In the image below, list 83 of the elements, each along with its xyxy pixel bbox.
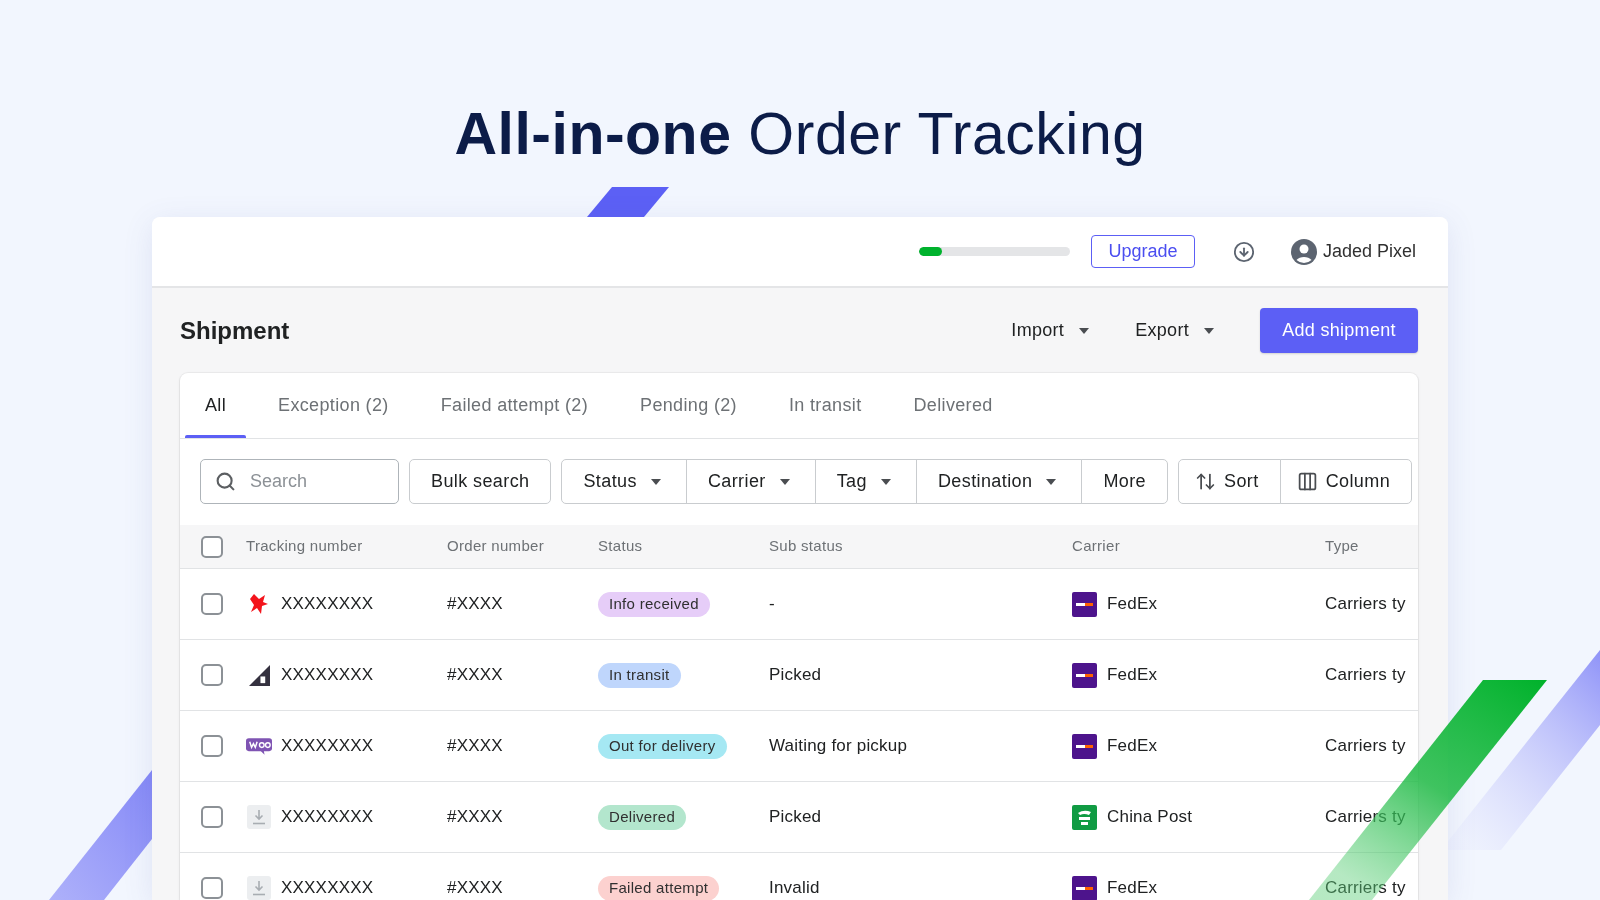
sub-status-text: Picked — [769, 806, 822, 829]
tracking-number[interactable]: XXXXXXXX — [281, 591, 374, 617]
caret-icon — [1204, 327, 1214, 334]
columns-icon — [1296, 471, 1318, 492]
page-title: Shipment — [180, 315, 290, 346]
status-badge: In transit — [598, 662, 681, 688]
tab[interactable]: In transit — [768, 373, 882, 438]
carrier-name: FedEx — [1107, 593, 1158, 616]
triangle-logo-icon — [248, 664, 270, 686]
sub-status-text: Picked — [769, 664, 822, 687]
carrier-logo-icon — [1072, 662, 1097, 688]
tracking-number[interactable]: XXXXXXXX — [281, 662, 374, 688]
toolbar-button[interactable]: Sort — [1178, 459, 1281, 504]
caret-icon — [880, 478, 891, 485]
column-header: Order number — [447, 536, 544, 557]
menu-button[interactable]: Import — [999, 308, 1102, 353]
add-shipment-button[interactable]: Add shipment — [1260, 308, 1418, 353]
carrier-name: FedEx — [1107, 664, 1158, 687]
speech-bubble-logo-icon — [246, 737, 272, 755]
tracking-number[interactable]: XXXXXXXX — [281, 804, 374, 830]
sub-status-text: Waiting for pickup — [769, 735, 908, 758]
column-header: Status — [598, 536, 643, 557]
status-badge: Info received — [598, 591, 710, 617]
checkbox[interactable] — [201, 593, 223, 615]
user-name[interactable]: Jaded Pixel — [1322, 238, 1416, 265]
order-number: #XXXX — [447, 735, 503, 758]
search-field[interactable]: Search — [200, 459, 399, 504]
tracking-number[interactable]: XXXXXXXX — [281, 733, 374, 759]
splash-logo-icon — [250, 594, 268, 614]
status-badge: Out for delivery — [598, 733, 727, 759]
carrier-logo-icon — [1072, 591, 1097, 617]
column-header: Sub status — [769, 536, 843, 557]
checkbox[interactable] — [201, 735, 223, 757]
upgrade-button[interactable]: Upgrade — [1090, 235, 1195, 268]
status-badge: Failed attempt — [598, 875, 720, 900]
stamp-logo-icon — [1072, 804, 1097, 830]
column-header: Type — [1325, 536, 1359, 557]
filter-dropdown[interactable]: Carrier — [685, 459, 816, 504]
status-badge: Delivered — [598, 804, 687, 830]
filter-dropdown[interactable]: Status — [561, 459, 687, 504]
carrier-name: China Post — [1107, 806, 1193, 829]
order-number: #XXXX — [447, 593, 503, 616]
tab[interactable]: Delivered — [893, 373, 1013, 438]
order-number: #XXXX — [447, 806, 503, 829]
carrier-logo-icon — [1072, 733, 1097, 759]
type-text: Carriers ty — [1325, 877, 1406, 900]
checkbox[interactable] — [201, 664, 223, 686]
tab[interactable]: Exception (2) — [258, 373, 409, 438]
tab[interactable]: Pending (2) — [620, 373, 757, 438]
caret-icon — [650, 478, 661, 485]
download-tile-icon — [247, 805, 271, 829]
carrier-name: FedEx — [1107, 877, 1158, 900]
download-icon[interactable] — [1232, 240, 1255, 263]
tracking-number[interactable]: XXXXXXXX — [281, 875, 374, 900]
search-icon — [215, 471, 236, 492]
sub-status-text: - — [769, 593, 775, 616]
headline: All-in-one Order Tracking — [454, 100, 1146, 169]
carrier-name: FedEx — [1107, 735, 1158, 758]
column-header: Carrier — [1072, 536, 1120, 557]
checkbox[interactable] — [201, 806, 223, 828]
type-text: Carriers ty — [1325, 593, 1406, 616]
toolbar-button[interactable]: More — [1081, 459, 1168, 504]
download-tile-icon — [247, 876, 271, 900]
caret-icon — [1079, 327, 1090, 334]
caret-icon — [779, 478, 790, 485]
tab[interactable]: All — [185, 373, 247, 438]
menu-button[interactable]: Export — [1123, 308, 1226, 353]
caret-icon — [1046, 478, 1057, 485]
order-number: #XXXX — [447, 664, 503, 687]
type-text: Carriers ty — [1325, 735, 1406, 758]
checkbox[interactable] — [201, 535, 223, 558]
type-text: Carriers ty — [1325, 664, 1406, 687]
filter-dropdown[interactable]: Destination — [915, 459, 1083, 504]
tab[interactable]: Failed attempt (2) — [420, 373, 609, 438]
toolbar-button[interactable]: Column — [1279, 459, 1413, 504]
sub-status-text: Invalid — [769, 877, 820, 900]
column-header: Tracking number — [246, 536, 363, 557]
toolbar-button[interactable]: Bulk search — [409, 459, 552, 504]
sort-icon — [1195, 471, 1216, 492]
filter-dropdown[interactable]: Tag — [814, 459, 917, 504]
avatar-icon[interactable] — [1290, 238, 1317, 265]
checkbox[interactable] — [201, 877, 223, 899]
order-number: #XXXX — [447, 877, 503, 900]
